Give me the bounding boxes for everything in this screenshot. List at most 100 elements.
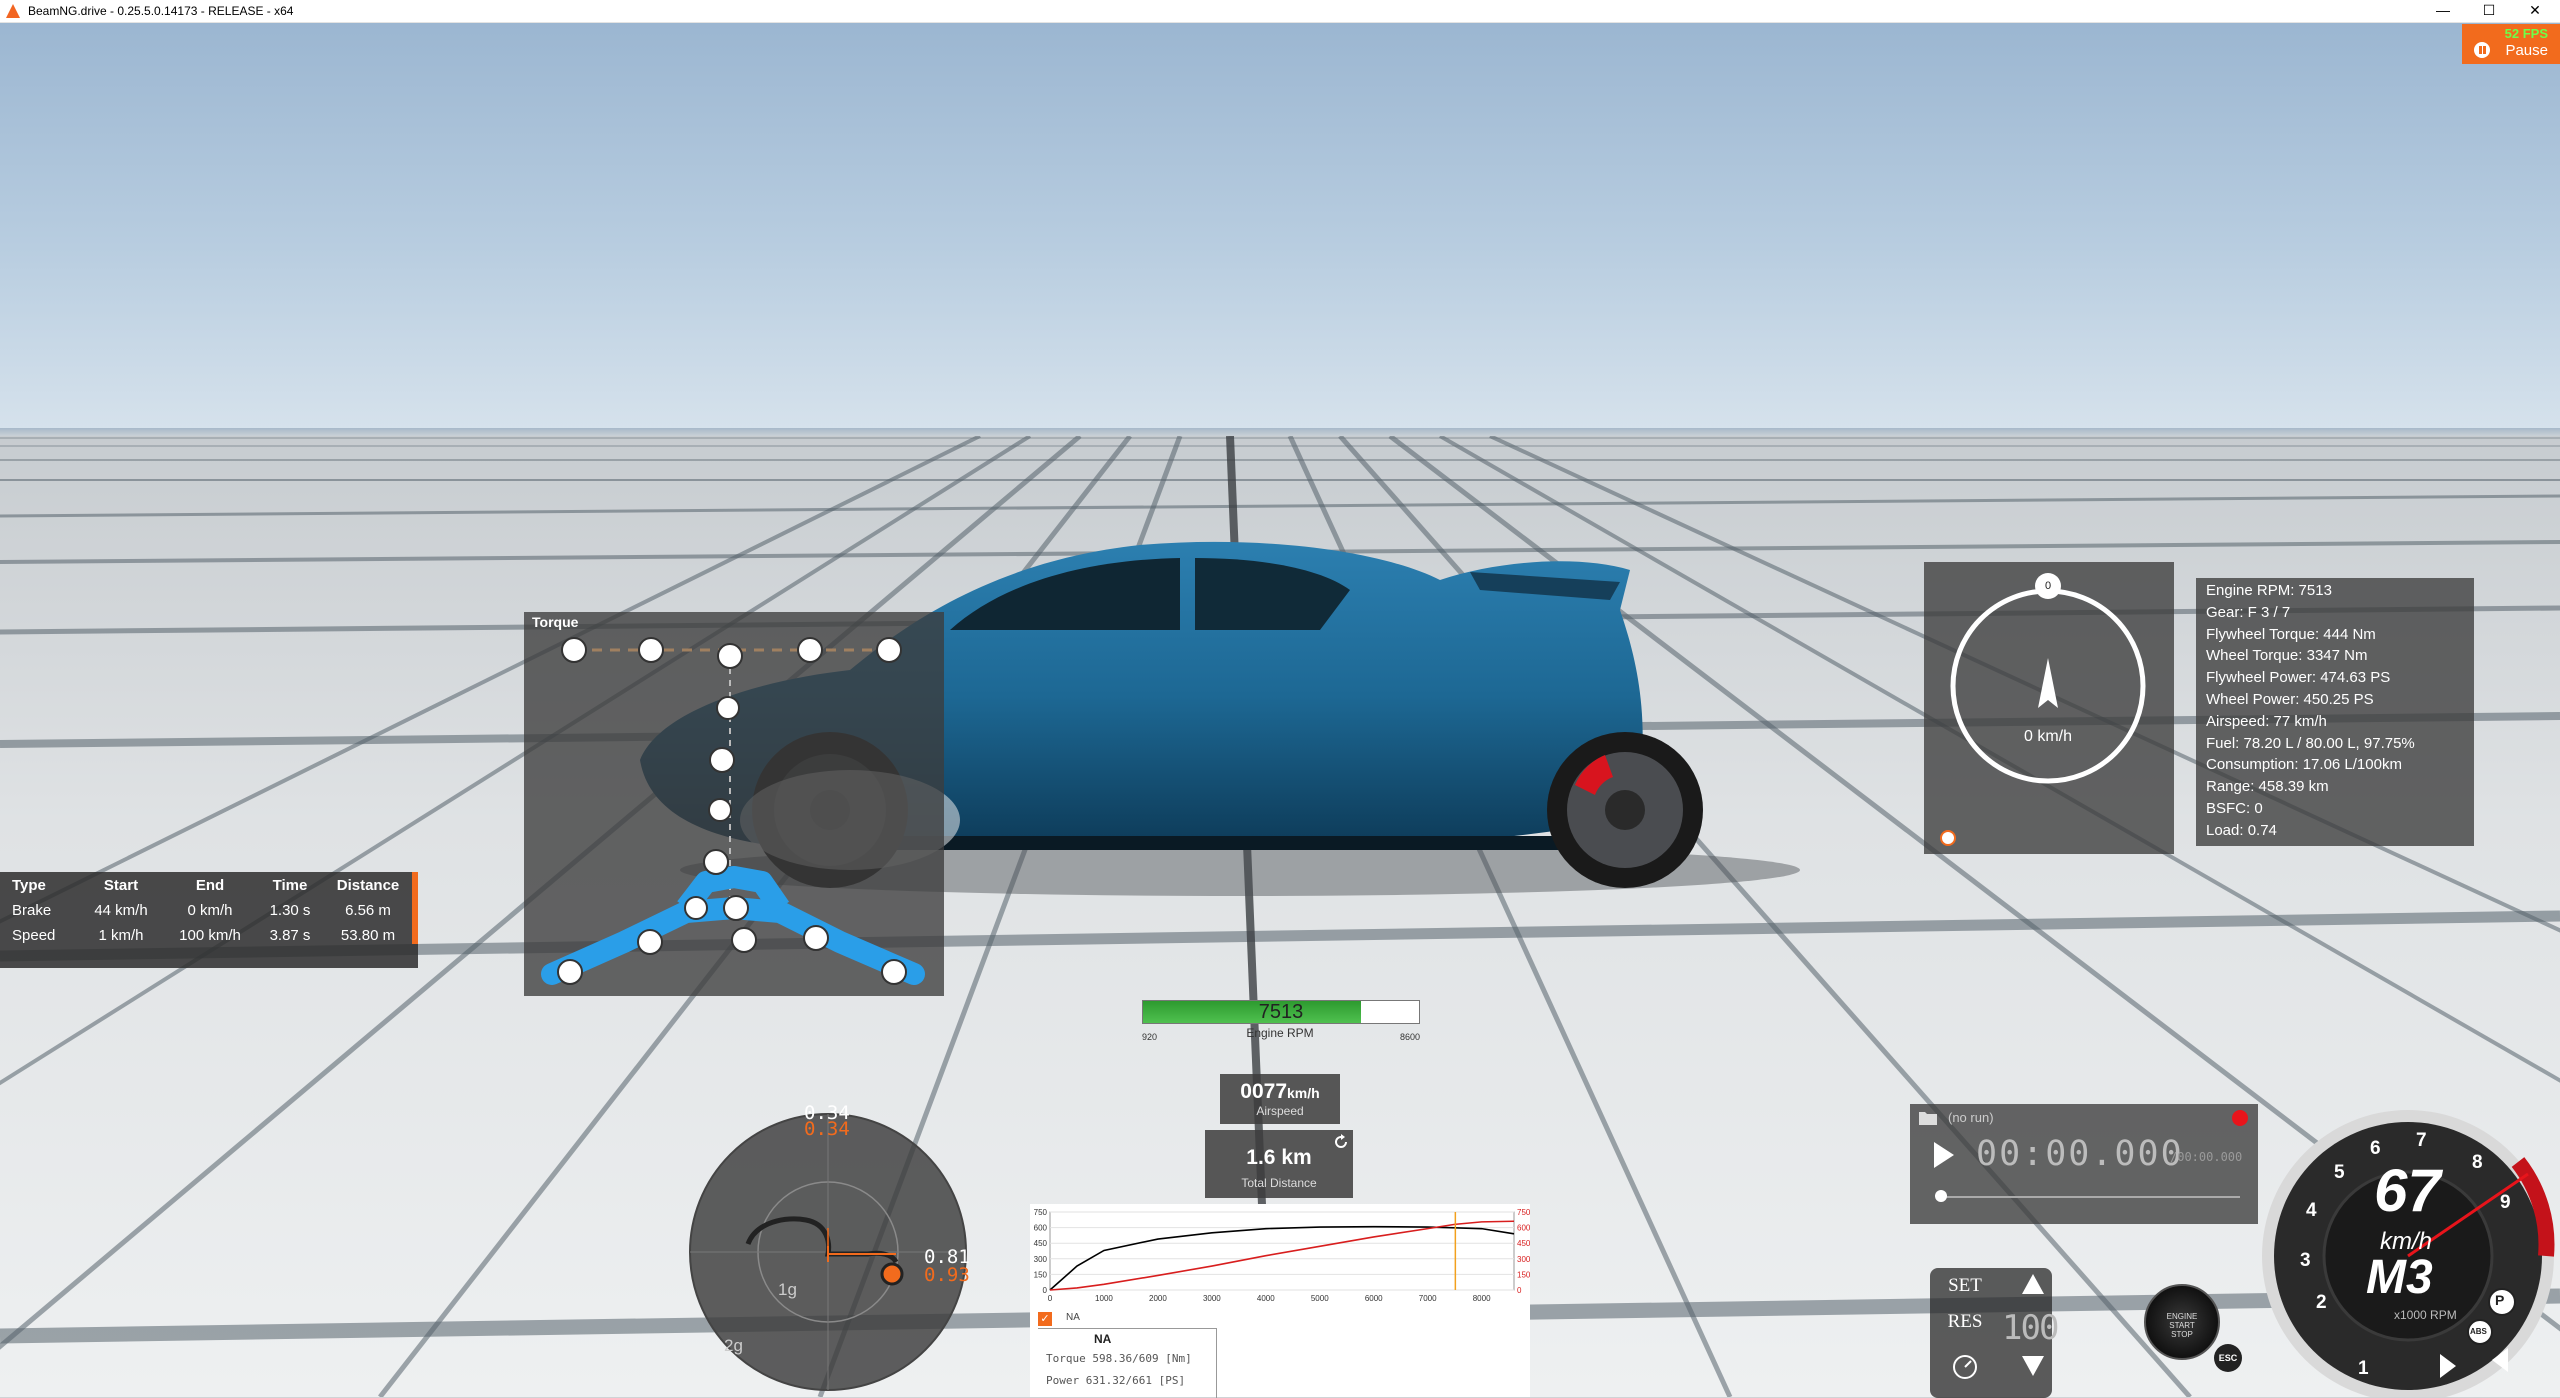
parking-brake-icon: P	[2495, 1292, 2505, 1308]
distance-label: Total Distance	[1241, 1176, 1317, 1190]
airspeed-unit: km/h	[1287, 1085, 1320, 1101]
x-tick: 7000	[1419, 1294, 1437, 1303]
info-line: Fuel: 78.20 L / 80.00 L, 97.75%	[2206, 734, 2415, 752]
y-tick-right: 150	[1517, 1270, 1530, 1279]
y-tick-left: 450	[1034, 1239, 1048, 1248]
info-line: Wheel Torque: 3347 Nm	[2206, 647, 2368, 665]
cell-type: Brake	[12, 902, 52, 919]
cruise-res-button[interactable]: RES	[1938, 1308, 1992, 1336]
north-indicator: 0	[2044, 580, 2052, 592]
x-tick: 6000	[1365, 1294, 1383, 1303]
power-readout: Power 631.32/661 [PS]	[1046, 1374, 1186, 1387]
airspeed-box: 0077km/h Airspeed	[1220, 1074, 1340, 1124]
stop-label: STOP	[2171, 1330, 2193, 1339]
engine-start-stop-button[interactable]: ENGINE START STOP	[2144, 1284, 2220, 1360]
column-header-end: End	[195, 876, 225, 894]
nav-speed: 0 km/h	[2023, 728, 2072, 745]
pause-button[interactable]: 52 FPS Pause	[2462, 24, 2560, 64]
tick-4: 4	[2306, 1200, 2317, 1221]
info-line: Airspeed: 77 km/h	[2206, 712, 2327, 730]
info-line: Load: 0.74	[2206, 821, 2277, 839]
window-title: BeamNG.drive - 0.25.5.0.14173 - RELEASE …	[28, 4, 294, 18]
timer-scrub-handle[interactable]	[1935, 1190, 1947, 1202]
torque-power-chart: 750 750600 600450 450300 300150 1500 00 1000 200…	[1034, 1208, 1530, 1303]
esc-icon[interactable]: ESC	[2214, 1344, 2242, 1372]
timer-scrub-track[interactable]	[1940, 1196, 2240, 1198]
torque-power-curve-widget: 750 750 600 600 450 450 300 300 150 150 0 0 0 1000 200…	[1030, 1204, 1530, 1398]
fps-counter: 52 FPS	[2504, 26, 2548, 41]
abs-icon: ABS	[2470, 1327, 2487, 1336]
tick-3: 3	[2300, 1250, 2311, 1271]
column-header-time: Time	[272, 876, 308, 894]
engine-label: ENGINE	[2166, 1312, 2198, 1321]
x-tick: 1000	[1095, 1294, 1113, 1303]
close-button[interactable]: ✕	[2512, 0, 2558, 22]
x-tick: 0	[1048, 1294, 1053, 1303]
brake-speed-measurement-panel: Type Start End Time Distance Brake 44 km…	[0, 872, 418, 968]
record-icon[interactable]	[2232, 1110, 2248, 1126]
y-tick-right: 600	[1517, 1224, 1530, 1233]
y-tick-right: 0	[1517, 1286, 1522, 1295]
x-tick: 4000	[1257, 1294, 1275, 1303]
info-line: Consumption: 17.06 L/100km	[2206, 756, 2402, 774]
info-line: Engine RPM: 7513	[2206, 582, 2332, 599]
cell-end: 0 km/h	[187, 902, 233, 919]
vehicle-info-panel: Engine RPM: 7513 Gear: F 3 / 7 Flywheel …	[2196, 578, 2474, 846]
speedometer-gauge: 1 2 3 4 5 6 7 8 9 67 km/h M3 x1000 RPM P…	[2256, 1096, 2560, 1397]
rpm-value: 7513	[1258, 1001, 1304, 1023]
beamng-app-icon	[6, 4, 20, 18]
table-row: Speed 1 km/h 100 km/h 3.87 s 53.80 m	[6, 923, 412, 948]
curve-checkbox-label: NA	[1066, 1312, 1080, 1323]
x-tick: 5000	[1311, 1294, 1329, 1303]
torque-drivetrain-panel: Torque	[524, 612, 944, 996]
cell-time: 3.87 s	[269, 927, 311, 944]
cruise-set-button[interactable]: SET	[1938, 1272, 1992, 1300]
y-tick-left: 750	[1034, 1208, 1048, 1217]
chart-plot-area	[1049, 1211, 1515, 1291]
y-tick-left: 600	[1034, 1224, 1048, 1233]
sky	[0, 22, 2560, 432]
airspeed-value-line: 0077km/h	[1220, 1080, 1340, 1104]
torque-readout: Torque 598.36/609 [Nm]	[1046, 1352, 1192, 1365]
column-header-start: Start	[103, 876, 139, 894]
total-distance-box: 1.6 km Total Distance	[1205, 1130, 1353, 1198]
maximize-button[interactable]: ☐	[2466, 0, 2512, 22]
folder-icon[interactable]	[1918, 1110, 1938, 1126]
cruise-speed: 100	[2002, 1308, 2059, 1348]
y-tick-left: 300	[1034, 1255, 1048, 1264]
reset-icon[interactable]	[1333, 1134, 1349, 1150]
g-ring-1g: 1g	[778, 1280, 797, 1299]
heading-arrow-icon	[2038, 658, 2058, 708]
curve-checkbox[interactable]: ✓	[1038, 1312, 1052, 1326]
cell-start: 44 km/h	[94, 902, 148, 919]
cruise-control-panel: SET RES 100	[1930, 1268, 2059, 1398]
y-tick-right: 450	[1517, 1239, 1530, 1248]
y-tick-right: 300	[1517, 1255, 1530, 1264]
curve-name: NA	[1094, 1332, 1112, 1346]
measurement-table: Type Start End Time Distance Brake 44 km…	[6, 872, 412, 948]
speed-down-arrow-icon[interactable]	[2020, 1354, 2046, 1378]
distance-value: 1.6 km	[1246, 1146, 1312, 1169]
speed-up-arrow-icon[interactable]	[2020, 1272, 2046, 1296]
g-ring-2g: 2g	[724, 1336, 743, 1355]
cell-start: 1 km/h	[98, 927, 144, 944]
navigation-panel: 0 0 km/h	[1924, 562, 2174, 854]
tick-5: 5	[2334, 1162, 2345, 1183]
rpm-max: 8600	[1399, 1032, 1420, 1042]
timer-best: /00:00.000	[2170, 1150, 2243, 1164]
minimize-button[interactable]: —	[2420, 0, 2466, 22]
gauge-gear: M3	[2366, 1251, 2433, 1304]
start-label: START	[2169, 1321, 2195, 1330]
engine-rpm-bar: 7513 920 Engine RPM 8600	[1142, 1000, 1420, 1046]
gauge-speed: 67	[2374, 1157, 2441, 1224]
table-row: Brake 44 km/h 0 km/h 1.30 s 6.56 m	[6, 898, 412, 923]
speedometer-icon[interactable]	[1950, 1350, 1980, 1380]
g-top-max: 0.34	[804, 1118, 850, 1140]
tick-8: 8	[2472, 1152, 2483, 1173]
timer-run-name: (no run)	[1948, 1110, 1994, 1125]
pause-label: Pause	[2505, 42, 2548, 59]
g-force-dot	[880, 1262, 904, 1286]
panel-accent	[412, 872, 418, 944]
table-header-row: Type Start End Time Distance	[6, 872, 412, 898]
play-icon[interactable]	[1930, 1140, 1958, 1170]
